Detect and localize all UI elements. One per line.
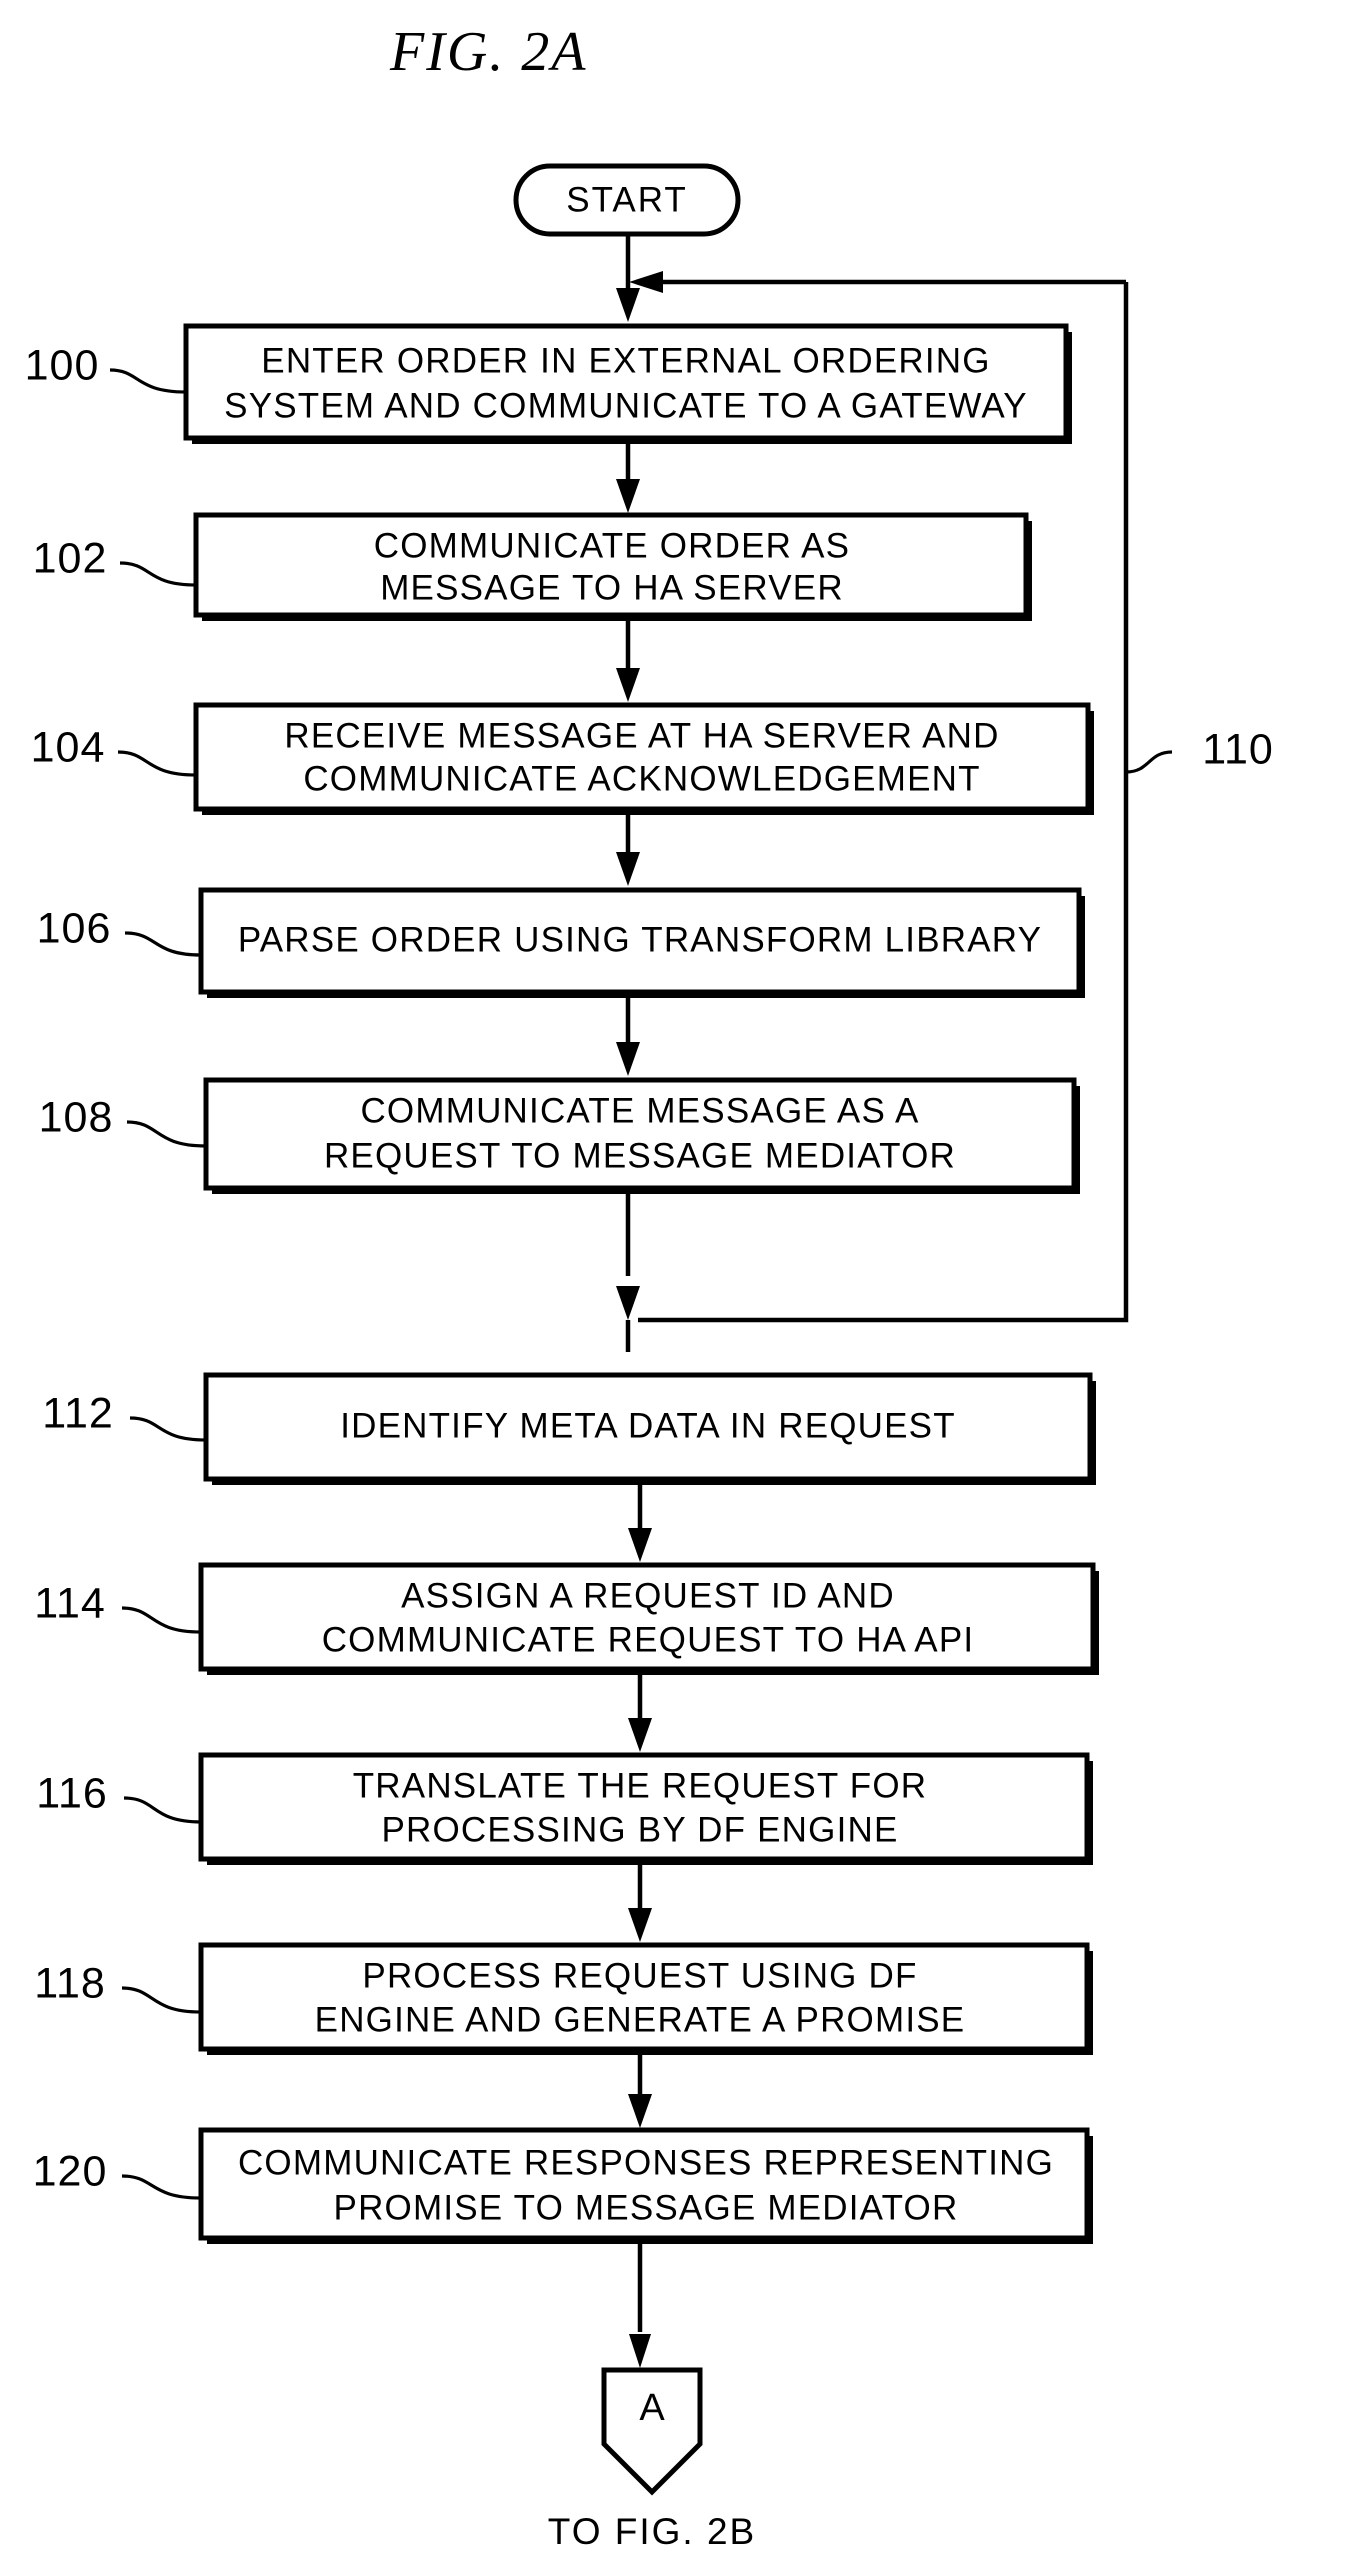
- leader-line-116: [123, 1796, 202, 1824]
- process-box-108: COMMUNICATE MESSAGE AS A REQUEST TO MESS…: [39, 1077, 1080, 1194]
- arrowhead-into-connector: [629, 2334, 651, 2368]
- box-120-line-2: PROMISE TO MESSAGE MEDIATOR: [334, 2188, 959, 2227]
- box-108-line-1: COMMUNICATE MESSAGE AS A: [360, 1091, 919, 1130]
- ref-number-120: 120: [33, 2147, 108, 2195]
- flowchart-canvas: FIG. 2A START 110 ENTER ORDER IN EXTERNA…: [25, 21, 1274, 2552]
- leader-line-106: [124, 931, 202, 957]
- figure-caption: TO FIG. 2B: [548, 2511, 756, 2552]
- leader-line-112: [129, 1416, 207, 1442]
- offpage-connector-a: A: [601, 2367, 703, 2496]
- arrowhead-into-box114: [628, 1528, 652, 1562]
- leader-line-108: [126, 1120, 207, 1148]
- leader-line-110: [1125, 750, 1173, 774]
- arrowhead-into-box116: [628, 1718, 652, 1752]
- patent-figure: FIG. 2A START 110 ENTER ORDER IN EXTERNA…: [0, 0, 1351, 2573]
- ref-number-114: 114: [34, 1579, 106, 1627]
- leader-line-100: [109, 368, 187, 394]
- connector-letter: A: [639, 2387, 665, 2429]
- box-116-line-2: PROCESSING BY DF ENGINE: [381, 1810, 898, 1849]
- ref-number-104: 104: [31, 723, 106, 771]
- start-terminator: START: [513, 163, 741, 237]
- process-box-120: COMMUNICATE RESPONSES REPRESENTING PROMI…: [33, 2127, 1093, 2244]
- box-118-line-2: ENGINE AND GENERATE A PROMISE: [315, 2000, 966, 2039]
- leader-line-104: [117, 750, 197, 777]
- arrowhead-into-box118: [628, 1908, 652, 1942]
- box-114-line-2: COMMUNICATE REQUEST TO HA API: [322, 1620, 975, 1659]
- arrowhead-into-box102: [616, 479, 640, 513]
- ref-number-110: 110: [1202, 725, 1274, 773]
- arrowhead-into-box112: [616, 1286, 640, 1320]
- leader-line-114: [121, 1606, 202, 1634]
- leader-line-118: [121, 1986, 202, 2014]
- ref-number-102: 102: [33, 534, 108, 582]
- ref-number-100: 100: [25, 341, 100, 389]
- box-102-line-2: MESSAGE TO HA SERVER: [380, 568, 844, 607]
- arrowhead-into-box108: [616, 1042, 640, 1076]
- box-116-line-1: TRANSLATE THE REQUEST FOR: [353, 1766, 928, 1805]
- start-label: START: [566, 180, 688, 219]
- box-104-line-1: RECEIVE MESSAGE AT HA SERVER AND: [284, 716, 999, 755]
- process-box-112: IDENTIFY META DATA IN REQUEST 112: [42, 1372, 1096, 1485]
- process-box-106: PARSE ORDER USING TRANSFORM LIBRARY 106: [37, 887, 1085, 998]
- box-102-line-1: COMMUNICATE ORDER AS: [374, 526, 850, 565]
- ref-number-106: 106: [37, 904, 112, 952]
- box-104-line-2: COMMUNICATE ACKNOWLEDGEMENT: [303, 759, 980, 798]
- process-box-118: PROCESS REQUEST USING DF ENGINE AND GENE…: [34, 1942, 1093, 2055]
- ref-number-116: 116: [36, 1769, 108, 1817]
- process-box-104: RECEIVE MESSAGE AT HA SERVER AND COMMUNI…: [31, 702, 1094, 815]
- box-120-line-1: COMMUNICATE RESPONSES REPRESENTING: [238, 2143, 1054, 2182]
- ref-number-112: 112: [42, 1389, 114, 1437]
- ref-number-118: 118: [34, 1959, 106, 2007]
- process-box-114: ASSIGN A REQUEST ID AND COMMUNICATE REQU…: [34, 1562, 1099, 1675]
- figure-title: FIG. 2A: [389, 21, 588, 83]
- process-box-116: TRANSLATE THE REQUEST FOR PROCESSING BY …: [36, 1752, 1093, 1865]
- box-108-line-2: REQUEST TO MESSAGE MEDIATOR: [324, 1136, 956, 1175]
- box-100-line-1: ENTER ORDER IN EXTERNAL ORDERING: [261, 341, 990, 380]
- arrowhead-into-box120: [628, 2094, 652, 2128]
- ref-number-108: 108: [39, 1093, 114, 1141]
- process-box-102: COMMUNICATE ORDER AS MESSAGE TO HA SERVE…: [33, 512, 1032, 621]
- box-118-line-1: PROCESS REQUEST USING DF: [362, 1956, 917, 1995]
- box-112-line-1: IDENTIFY META DATA IN REQUEST: [340, 1406, 956, 1445]
- leader-line-102: [119, 561, 197, 587]
- arrowhead-into-box106: [616, 852, 640, 886]
- box-100-line-2: SYSTEM AND COMMUNICATE TO A GATEWAY: [224, 386, 1028, 425]
- process-box-100: ENTER ORDER IN EXTERNAL ORDERING SYSTEM …: [25, 323, 1072, 444]
- box-114-line-1: ASSIGN A REQUEST ID AND: [401, 1576, 895, 1615]
- box-106-line-1: PARSE ORDER USING TRANSFORM LIBRARY: [238, 920, 1042, 959]
- arrowhead-into-box100: [616, 288, 640, 322]
- arrowhead-into-box104: [616, 668, 640, 702]
- leader-line-120: [121, 2174, 202, 2200]
